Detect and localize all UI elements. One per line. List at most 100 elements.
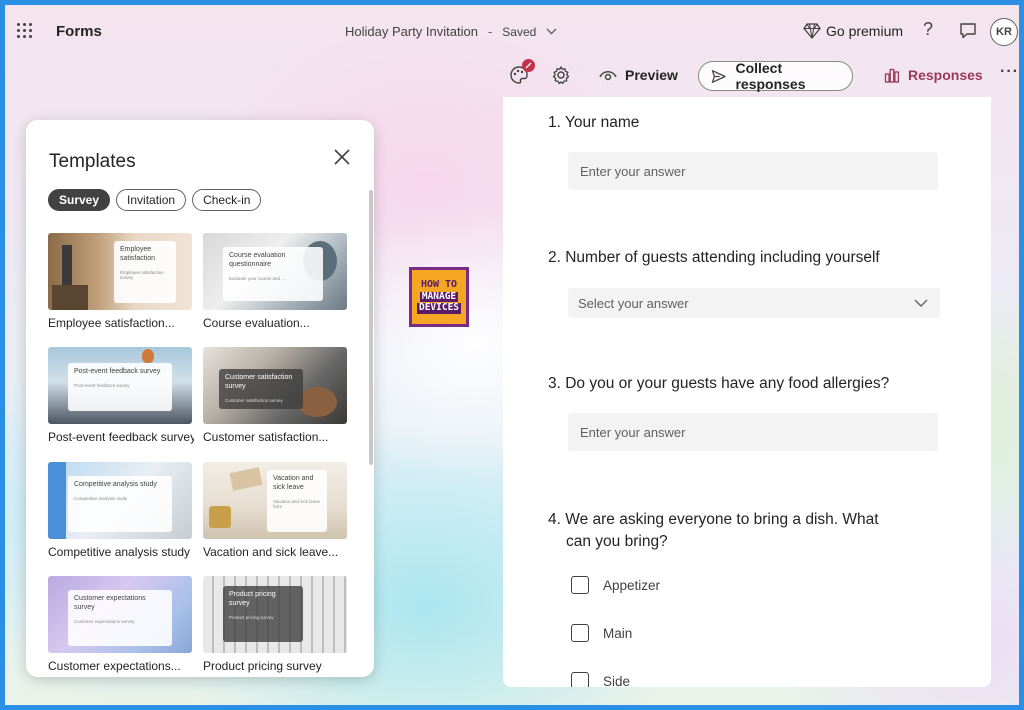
template-label: Competitive analysis study (48, 545, 191, 559)
template-label: Customer satisfaction... (203, 430, 329, 444)
template-thumbnail: Competitive analysis study Competitive a… (48, 462, 192, 539)
option-label: Main (603, 625, 633, 641)
template-card-vacation-sick-leave[interactable]: Vacation and sick leave Vacation and sic… (203, 462, 349, 559)
template-thumbnail: Product pricing survey Product pricing s… (203, 576, 347, 653)
template-label: Product pricing survey (203, 659, 322, 673)
save-status: Saved (502, 24, 537, 39)
close-icon (334, 149, 350, 165)
template-thumbnail: Customer satisfaction survey Customer sa… (203, 347, 347, 424)
notification-badge (522, 59, 535, 72)
template-label: Customer expectations... (48, 659, 181, 673)
templates-scrollbar[interactable] (369, 190, 373, 465)
filter-survey[interactable]: Survey (48, 189, 111, 211)
how-to-manage-devices-logo: HOW TO MANAGE DEVICES (409, 267, 469, 327)
question-4-title-line-1: 4. We are asking everyone to bring a dis… (548, 511, 879, 528)
template-card-customer-satisfaction[interactable]: Customer satisfaction survey Customer sa… (203, 347, 349, 444)
template-label: Post-event feedback survey (48, 430, 194, 444)
bar-chart-icon (884, 68, 900, 83)
template-label: Vacation and sick leave... (203, 545, 339, 559)
template-card-subtitle: Competitive analysis study (74, 495, 128, 501)
logo-line-1: HOW TO (420, 279, 458, 291)
checkbox[interactable] (571, 576, 589, 594)
option-side[interactable]: Side (571, 672, 630, 687)
question-1-answer-input[interactable] (568, 152, 938, 190)
template-card-title: Product pricing survey (229, 591, 276, 607)
form-canvas: 1. Your name 2. Number of guests attendi… (503, 97, 991, 687)
theme-button[interactable] (509, 59, 535, 87)
template-thumbnail: Employee satisfaction Employee satisfact… (48, 233, 192, 310)
option-label: Appetizer (603, 577, 661, 593)
template-card-subtitle: Employee satisfaction survey (120, 269, 164, 281)
checkbox[interactable] (571, 624, 589, 642)
question-4-title: 4. We are asking everyone to bring a dis… (548, 509, 948, 554)
template-card-title: Employee satisfaction (120, 246, 156, 262)
help-button[interactable]: ? (923, 19, 933, 40)
feedback-icon[interactable] (959, 22, 977, 44)
template-thumbnail: Customer expectations survey Customer ex… (48, 576, 192, 653)
app-launcher-icon[interactable] (17, 23, 33, 39)
app-window: Forms Holiday Party Invitation - Saved G… (5, 5, 1019, 705)
question-1-title: 1. Your name (548, 114, 640, 131)
gear-icon (552, 66, 570, 85)
go-premium-button[interactable]: Go premium (803, 23, 903, 39)
question-2-title: 2. Number of guests attending including … (548, 249, 880, 266)
template-card-title: Post-event feedback survey (74, 368, 161, 375)
title-separator: - (487, 24, 493, 39)
settings-button[interactable] (551, 65, 571, 90)
more-options-button[interactable]: ··· (1000, 63, 1019, 81)
eye-icon (599, 71, 617, 81)
responses-label: Responses (908, 67, 983, 83)
templates-title: Templates (49, 151, 136, 172)
document-title: Holiday Party Invitation (345, 24, 478, 39)
template-card-course-evaluation[interactable]: Course evaluation questionnaire Evaluate… (203, 233, 349, 330)
preview-button[interactable]: Preview (599, 67, 678, 83)
question-3-answer-input[interactable] (568, 413, 938, 451)
option-appetizer[interactable]: Appetizer (571, 576, 660, 594)
brush-icon (525, 62, 532, 69)
diamond-icon (803, 23, 821, 39)
template-card-subtitle: Evaluate your course and ... (229, 275, 286, 281)
template-card-subtitle: Customer expectations survey (74, 618, 135, 624)
checkbox[interactable] (571, 672, 589, 687)
template-card-subtitle: Customer satisfaction survey (225, 397, 283, 403)
template-card-competitive-analysis[interactable]: Competitive analysis study Competitive a… (48, 462, 194, 559)
template-card-subtitle: Vacation and sick leave form (273, 498, 320, 510)
question-4-title-line-2: can you bring? (566, 533, 668, 551)
template-label: Employee satisfaction... (48, 316, 175, 330)
close-templates-button[interactable] (333, 148, 351, 171)
template-card-post-event-feedback[interactable]: Post-event feedback survey Post-event fe… (48, 347, 194, 444)
template-card-title: Course evaluation questionnaire (229, 252, 286, 268)
filter-invitation[interactable]: Invitation (116, 189, 187, 211)
chevron-down-icon (914, 299, 928, 307)
top-bar: Forms Holiday Party Invitation - Saved G… (5, 5, 1019, 57)
app-name[interactable]: Forms (56, 23, 102, 40)
document-title-menu[interactable]: Holiday Party Invitation - Saved (345, 24, 557, 39)
template-card-subtitle: Product pricing survey (229, 614, 274, 620)
responses-tab[interactable]: Responses (884, 67, 983, 83)
send-icon (711, 69, 726, 83)
question-2-placeholder: Select your answer (578, 295, 689, 311)
template-card-employee-satisfaction[interactable]: Employee satisfaction Employee satisfact… (48, 233, 194, 330)
chevron-down-icon (546, 28, 557, 35)
collect-responses-button[interactable]: Collect responses (698, 60, 853, 92)
template-card-subtitle: Post-event feedback survey (74, 382, 130, 388)
template-label: Course evaluation... (203, 316, 310, 330)
option-label: Side (603, 673, 631, 688)
question-3-title: 3. Do you or your guests have any food a… (548, 375, 890, 392)
preview-label: Preview (625, 67, 678, 83)
question-2-answer-dropdown[interactable]: Select your answer (568, 288, 940, 318)
templates-panel: Templates Survey Invitation Check-in Emp… (26, 120, 374, 677)
template-card-title: Competitive analysis study (74, 481, 157, 488)
option-main[interactable]: Main (571, 624, 632, 642)
avatar[interactable]: KR (990, 18, 1018, 46)
collect-responses-label: Collect responses (735, 60, 806, 92)
go-premium-label: Go premium (826, 23, 904, 39)
template-card-customer-expectations[interactable]: Customer expectations survey Customer ex… (48, 576, 194, 673)
logo-line-3: DEVICES (416, 302, 462, 314)
filter-check-in[interactable]: Check-in (192, 189, 262, 211)
template-card-title: Customer satisfaction survey (225, 374, 293, 390)
template-thumbnail: Course evaluation questionnaire Evaluate… (203, 233, 347, 310)
template-card-product-pricing[interactable]: Product pricing survey Product pricing s… (203, 576, 349, 673)
template-thumbnail: Vacation and sick leave Vacation and sic… (203, 462, 347, 539)
template-filters: Survey Invitation Check-in (48, 189, 262, 211)
